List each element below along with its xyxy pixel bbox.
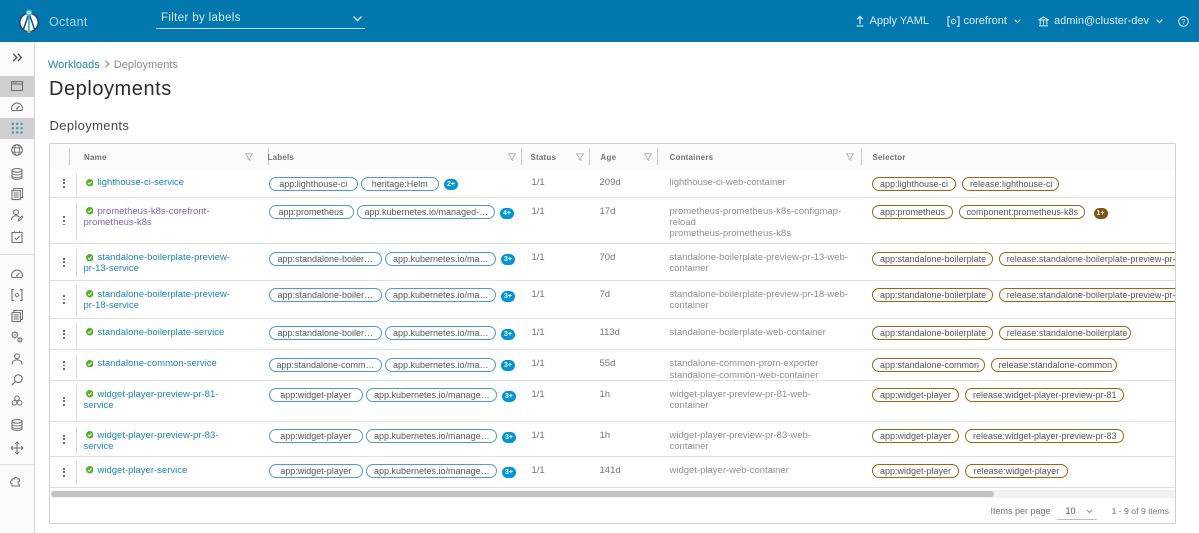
svg-text:?: ? xyxy=(1182,19,1186,26)
